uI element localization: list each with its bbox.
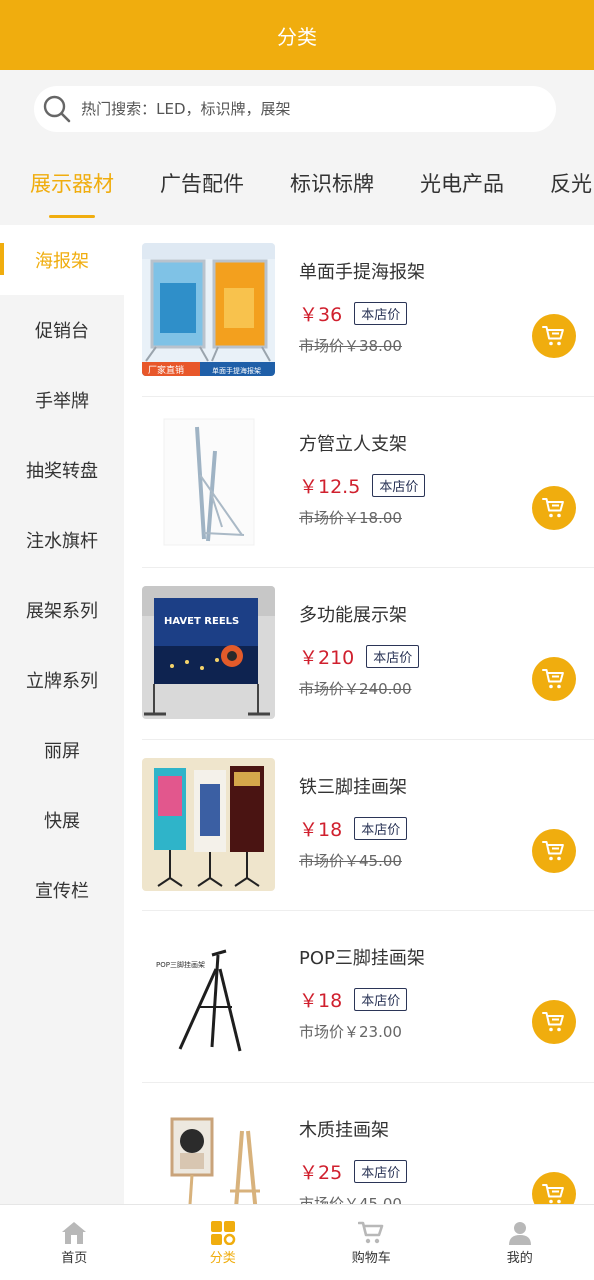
product-list: 厂家直销 单面手提海报架 单面手提海报架 ￥36 本店价 市场价￥38.00 方… (124, 225, 594, 1204)
search-input[interactable] (81, 100, 556, 118)
tab-optoelectronics[interactable]: 光电产品 (420, 168, 504, 204)
product-image[interactable]: 厂家直销 单面手提海报架 (142, 243, 275, 376)
list-item[interactable]: 铁三脚挂画架 ￥18 本店价 市场价￥45.00 (142, 740, 594, 911)
list-item[interactable]: HAVET REELS 多功能展示架 ￥210 本店价 市场价￥240.00 (142, 568, 594, 740)
cart-icon (358, 1221, 384, 1244)
store-price-badge: 本店价 (354, 816, 408, 840)
add-to-cart-button[interactable] (532, 314, 576, 358)
list-item[interactable]: POP三脚挂画架 POP三脚挂画架 ￥18 本店价 市场价￥23.00 (142, 911, 594, 1083)
market-price: 市场价￥23.00 (299, 1023, 402, 1041)
product-price: ￥18 (299, 990, 343, 1012)
search-box[interactable] (34, 86, 556, 132)
product-name[interactable]: 铁三脚挂画架 (299, 773, 407, 799)
cart-icon (542, 326, 564, 346)
sidebar-item-quick-display[interactable]: 快展 (0, 785, 124, 855)
product-image[interactable] (142, 1100, 275, 1204)
cart-icon (542, 497, 564, 517)
store-price-badge: 本店价 (366, 645, 420, 668)
cart-icon (542, 669, 564, 689)
product-name[interactable]: POP三脚挂画架 (299, 944, 425, 970)
cart-icon (542, 1012, 564, 1032)
add-to-cart-button[interactable] (532, 828, 576, 873)
bottom-tab-bar: 首页 分类 购物车 我的 (0, 1204, 594, 1280)
tab-reflective[interactable]: 反光 (550, 168, 592, 204)
store-price-badge: 本店价 (372, 473, 426, 497)
product-image[interactable] (142, 414, 275, 548)
product-price: ￥36 (299, 304, 343, 326)
page-header: 分类 (0, 0, 594, 70)
sidebar-item-promo-table[interactable]: 促销台 (0, 295, 124, 365)
tab-signage[interactable]: 标识标牌 (290, 168, 374, 204)
list-item[interactable]: 厂家直销 单面手提海报架 单面手提海报架 ￥36 本店价 市场价￥38.00 (142, 225, 594, 397)
product-name[interactable]: 方管立人支架 (299, 430, 425, 456)
category-icon (210, 1221, 235, 1245)
tabbar-category-label: 分类 (209, 1251, 236, 1266)
market-price: 市场价￥45.00 (299, 851, 402, 870)
market-price: 市场价￥240.00 (299, 680, 412, 698)
tabbar-home-label: 首页 (61, 1251, 88, 1266)
market-price: 市场价￥45.00 (299, 1194, 402, 1205)
product-image[interactable]: HAVET REELS (142, 586, 275, 719)
sidebar-item-poster-stand[interactable]: 海报架 (0, 225, 124, 295)
product-price: ￥210 (299, 647, 355, 669)
cart-icon (542, 1183, 564, 1203)
list-item[interactable]: 方管立人支架 ￥12.5 本店价 市场价￥18.00 (142, 397, 594, 568)
add-to-cart-button[interactable] (532, 657, 576, 701)
category-tabs: 展示器材 广告配件 标识标牌 光电产品 反光 (0, 148, 594, 224)
tabbar-profile-label: 我的 (506, 1251, 533, 1266)
store-price-badge: 本店价 (354, 1159, 408, 1183)
tab-display-equipment[interactable]: 展示器材 (30, 168, 114, 204)
product-price: ￥12.5 (299, 475, 361, 498)
thumb-banner-right: 单面手提海报架 (212, 366, 261, 375)
market-price: 市场价￥18.00 (299, 508, 402, 527)
sidebar-item-standing-sign[interactable]: 立牌系列 (0, 645, 124, 715)
add-to-cart-button[interactable] (532, 485, 576, 530)
store-price-badge: 本店价 (354, 302, 408, 325)
sidebar-item-hand-sign[interactable]: 手举牌 (0, 365, 124, 435)
page-title: 分类 (277, 24, 317, 49)
list-item[interactable]: 木质挂画架 ￥25 本店价 市场价￥45.00 (142, 1083, 594, 1205)
sidebar-item-bulletin-board[interactable]: 宣传栏 (0, 855, 124, 925)
search-icon[interactable] (40, 91, 73, 127)
product-price: ￥25 (299, 1161, 343, 1184)
add-to-cart-button[interactable] (532, 1000, 576, 1044)
product-price: ￥18 (299, 818, 343, 841)
thumb-sign-text: HAVET REELS (164, 616, 239, 627)
product-name[interactable]: 木质挂画架 (299, 1116, 407, 1142)
product-image[interactable]: POP三脚挂画架 (142, 929, 275, 1062)
user-icon (508, 1222, 531, 1245)
tabbar-cart-label: 购物车 (351, 1251, 391, 1266)
product-name[interactable]: 单面手提海报架 (299, 258, 425, 284)
sidebar-item-liping[interactable]: 丽屏 (0, 715, 124, 785)
tabbar-category[interactable]: 分类 (149, 1205, 298, 1280)
tab-ad-accessories[interactable]: 广告配件 (160, 168, 244, 204)
sidebar-item-display-rack[interactable]: 展架系列 (0, 575, 124, 645)
tabbar-profile[interactable]: 我的 (446, 1205, 594, 1280)
thumb-label: POP三脚挂画架 (156, 960, 205, 969)
sidebar-item-lottery-wheel[interactable]: 抽奖转盘 (0, 435, 124, 505)
store-price-badge: 本店价 (354, 988, 408, 1011)
tabbar-cart[interactable]: 购物车 (297, 1205, 446, 1280)
cart-icon (542, 840, 564, 860)
sidebar-item-water-flagpole[interactable]: 注水旗杆 (0, 505, 124, 575)
product-name[interactable]: 多功能展示架 (299, 601, 419, 627)
market-price: 市场价￥38.00 (299, 337, 402, 355)
tabbar-home[interactable]: 首页 (0, 1205, 149, 1280)
thumb-banner-left: 厂家直销 (148, 364, 184, 376)
add-to-cart-button[interactable] (532, 1171, 576, 1204)
home-icon (62, 1222, 87, 1244)
product-image[interactable] (142, 757, 275, 891)
sidebar: 海报架 促销台 手举牌 抽奖转盘 注水旗杆 展架系列 立牌系列 丽屏 快展 宣传… (0, 225, 124, 1204)
search-bar (0, 70, 594, 148)
